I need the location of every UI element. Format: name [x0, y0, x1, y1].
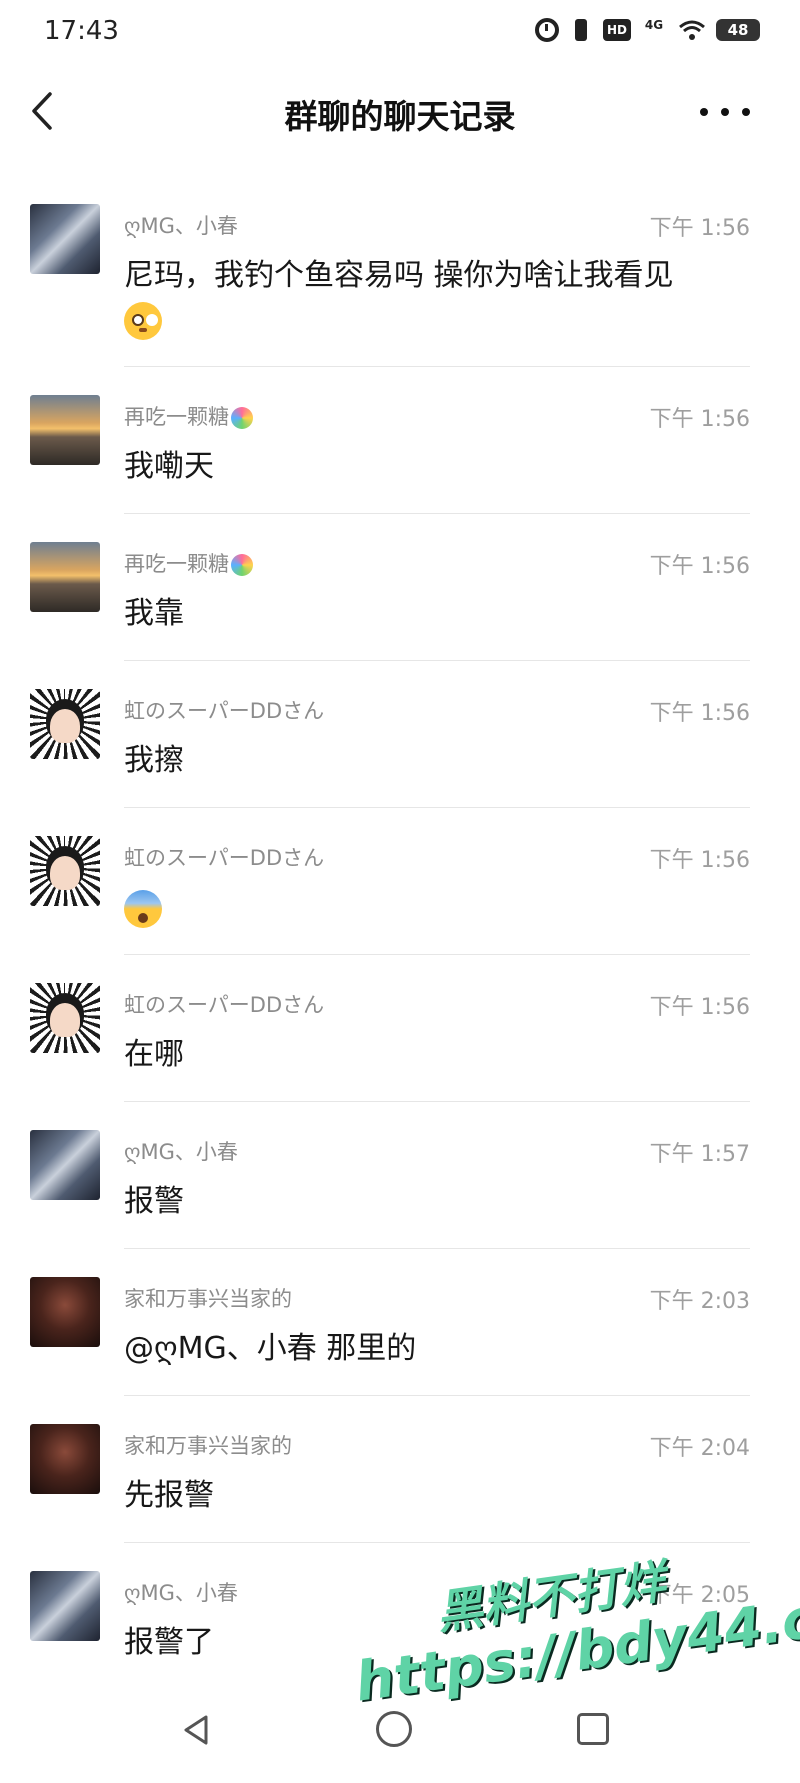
- message-text: @ღMG、小春 那里的: [124, 1331, 417, 1366]
- battery-icon: 48: [716, 19, 760, 41]
- flushed-emoji-icon: [124, 301, 162, 340]
- message-text: 尼玛，我钓个鱼容易吗 操你为啥让我看见: [124, 254, 674, 342]
- message-item[interactable]: ღMG、小春 下午 1:56 尼玛，我钓个鱼容易吗 操你为啥让我看见: [0, 176, 800, 367]
- message-item[interactable]: 家和万事兴当家的 下午 2:04 先报警: [0, 1396, 800, 1543]
- sender-name: 再吃一颗糖: [124, 548, 253, 578]
- message-text: 先报警: [124, 1478, 214, 1513]
- message-text: 报警了: [124, 1625, 214, 1660]
- message-time: 下午 1:56: [649, 995, 750, 1020]
- status-bar: 17:43 HD 4G 48: [0, 0, 800, 62]
- message-text: 我擦: [124, 743, 184, 778]
- hd-icon: HD: [603, 19, 631, 41]
- message-text: [124, 886, 162, 930]
- message-time: 下午 1:57: [649, 1142, 750, 1167]
- sender-name: 再吃一颗糖: [124, 401, 253, 431]
- more-dot-icon: [721, 108, 729, 116]
- sender-name: ღMG、小春: [124, 1581, 238, 1605]
- vibrate-icon: [568, 18, 594, 42]
- message-item[interactable]: 虹のスーパーDDさん 下午 1:56 我擦: [0, 661, 800, 808]
- avatar[interactable]: [30, 983, 100, 1053]
- lollipop-icon: [231, 407, 253, 429]
- system-back-button[interactable]: [180, 1713, 214, 1747]
- nav-bar: 群聊的聊天记录: [0, 62, 800, 160]
- sender-name: ღMG、小春: [124, 214, 238, 238]
- message-time: 下午 1:56: [649, 554, 750, 579]
- message-text-content: 尼玛，我钓个鱼容易吗 操你为啥让我看见: [124, 258, 674, 293]
- sender-name-text: 再吃一颗糖: [124, 552, 229, 576]
- sender-name: 家和万事兴当家的: [124, 1287, 292, 1311]
- wifi-icon: [677, 18, 707, 42]
- sender-name: 家和万事兴当家的: [124, 1434, 292, 1458]
- avatar[interactable]: [30, 204, 100, 274]
- message-time: 下午 2:05: [649, 1583, 750, 1608]
- sender-name: 虹のスーパーDDさん: [124, 699, 325, 723]
- message-item[interactable]: 家和万事兴当家的 下午 2:03 @ღMG、小春 那里的: [0, 1249, 800, 1396]
- message-text: 在哪: [124, 1037, 184, 1072]
- triangle-back-icon: [184, 1715, 208, 1745]
- more-dot-icon: [742, 108, 750, 116]
- message-item[interactable]: 再吃一颗糖 下午 1:56 我靠: [0, 514, 800, 661]
- avatar[interactable]: [30, 542, 100, 612]
- message-item[interactable]: 虹のスーパーDDさん 下午 1:56: [0, 808, 800, 955]
- avatar[interactable]: [30, 836, 100, 906]
- avatar[interactable]: [30, 1130, 100, 1200]
- message-text: 我靠: [124, 596, 184, 631]
- sender-name: ღMG、小春: [124, 1140, 238, 1164]
- message-time: 下午 1:56: [649, 848, 750, 873]
- avatar[interactable]: [30, 1424, 100, 1494]
- avatar[interactable]: [30, 395, 100, 465]
- sender-name: 虹のスーパーDDさん: [124, 993, 325, 1017]
- message-item[interactable]: 虹のスーパーDDさん 下午 1:56 在哪: [0, 955, 800, 1102]
- message-time: 下午 1:56: [649, 216, 750, 241]
- system-navigation-bar: [0, 1683, 800, 1783]
- message-item[interactable]: ღMG、小春 下午 2:05 报警了: [0, 1543, 800, 1690]
- system-home-button[interactable]: [376, 1711, 412, 1747]
- avatar[interactable]: [30, 1277, 100, 1347]
- message-time: 下午 1:56: [649, 701, 750, 726]
- more-dot-icon: [700, 108, 708, 116]
- sender-name-text: 再吃一颗糖: [124, 405, 229, 429]
- fearful-emoji-icon: [124, 889, 162, 928]
- message-text: 我嘞天: [124, 449, 214, 484]
- 4g-signal-icon: 4G: [644, 18, 664, 32]
- message-time: 下午 2:03: [649, 1289, 750, 1314]
- sender-name: 虹のスーパーDDさん: [124, 846, 325, 870]
- more-options-button[interactable]: [700, 92, 750, 132]
- message-list: ღMG、小春 下午 1:56 尼玛，我钓个鱼容易吗 操你为啥让我看见 再吃一颗糖…: [0, 176, 800, 1690]
- avatar[interactable]: [30, 689, 100, 759]
- message-time: 下午 2:04: [649, 1436, 750, 1461]
- system-recents-button[interactable]: [577, 1713, 609, 1745]
- message-item[interactable]: ღMG、小春 下午 1:57 报警: [0, 1102, 800, 1249]
- status-icons: HD 4G 48: [535, 18, 760, 42]
- avatar[interactable]: [30, 1571, 100, 1641]
- alarm-icon: [535, 18, 559, 42]
- page-title: 群聊的聊天记录: [284, 97, 516, 136]
- message-time: 下午 1:56: [649, 407, 750, 432]
- status-time: 17:43: [44, 16, 119, 46]
- message-item[interactable]: 再吃一颗糖 下午 1:56 我嘞天: [0, 367, 800, 514]
- lollipop-icon: [231, 554, 253, 576]
- message-text: 报警: [124, 1184, 184, 1219]
